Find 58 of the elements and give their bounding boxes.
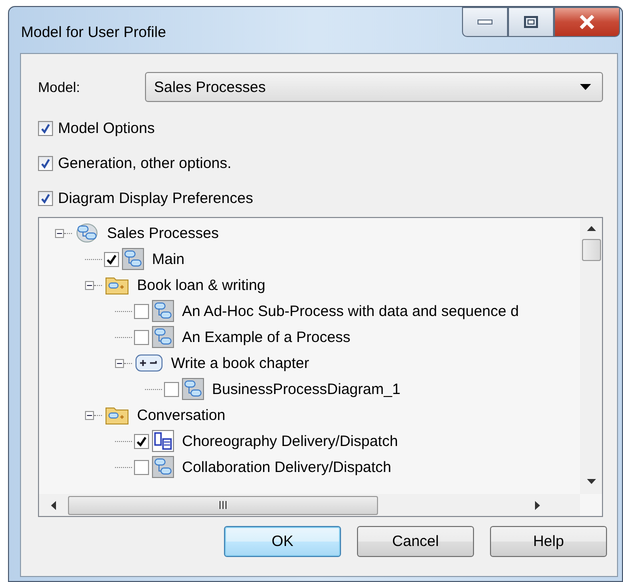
scroll-left-arrow-icon[interactable]: [51, 500, 56, 510]
collapse-toggle-icon[interactable]: [115, 358, 124, 368]
tree-item[interactable]: An Ad-Hoc Sub-Process with data and sequence d: [180, 302, 521, 320]
tree-item[interactable]: Book loan & writing: [135, 276, 268, 294]
checkbox[interactable]: [38, 121, 53, 136]
tree-item[interactable]: Sales Processes: [105, 224, 221, 242]
tree-item[interactable]: Collaboration Delivery/Dispatch: [180, 458, 394, 476]
checkbox[interactable]: [134, 460, 149, 474]
dropdown-caret-icon: [580, 84, 591, 90]
checkbox-label: Generation, other options.: [58, 155, 232, 172]
checkbox[interactable]: [134, 304, 149, 318]
tree-item[interactable]: Main: [150, 250, 187, 268]
scroll-up-arrow-icon[interactable]: [586, 226, 596, 231]
grip-icon: [219, 501, 227, 509]
tree-item[interactable]: An Example of a Process: [180, 328, 352, 346]
checkbox[interactable]: [38, 191, 53, 206]
scroll-right-arrow-icon[interactable]: [535, 500, 540, 510]
diagram-icon: [122, 248, 144, 270]
collapse-toggle-icon[interactable]: [85, 410, 94, 420]
checkbox[interactable]: [134, 330, 149, 344]
folder-icon: [105, 275, 129, 295]
horizontal-scrollbar[interactable]: [39, 494, 580, 516]
dialog-button[interactable]: OK: [224, 526, 341, 557]
tree-item[interactable]: Conversation: [135, 406, 228, 424]
tree-item[interactable]: Choreography Delivery/Dispatch: [180, 432, 400, 450]
diagram-icon: [152, 300, 174, 322]
checkbox[interactable]: [104, 252, 119, 266]
subprocess-icon: [135, 354, 163, 372]
minimize-button[interactable]: [462, 7, 508, 37]
checkbox[interactable]: [134, 434, 149, 448]
choreography-diagram-icon: [152, 430, 174, 452]
checkbox-label: Diagram Display Preferences: [58, 190, 254, 207]
diagram-icon: [152, 326, 174, 348]
close-button[interactable]: [554, 7, 620, 37]
vertical-scrollbar[interactable]: [580, 218, 602, 494]
model-icon: [75, 222, 99, 244]
tree-item[interactable]: Write a book chapter: [169, 354, 312, 372]
maximize-icon: [524, 16, 538, 28]
checkbox[interactable]: [38, 156, 53, 171]
model-label: Model:: [38, 79, 82, 95]
checkbox-label: Model Options: [58, 120, 155, 137]
checkbox[interactable]: [164, 382, 179, 396]
maximize-button[interactable]: [508, 7, 554, 37]
collapse-toggle-icon[interactable]: [85, 280, 94, 290]
dialog-button[interactable]: Cancel: [357, 526, 474, 557]
folder-icon: [105, 405, 129, 425]
minimize-icon: [477, 18, 493, 26]
model-dropdown[interactable]: Sales Processes: [145, 72, 603, 102]
scroll-thumb[interactable]: [68, 496, 378, 514]
diagram-icon: [152, 456, 174, 478]
close-icon: [579, 15, 595, 29]
diagram-icon: [182, 378, 204, 400]
scroll-thumb[interactable]: [582, 239, 600, 261]
window-title: Model for User Profile: [21, 24, 166, 41]
scroll-down-arrow-icon[interactable]: [586, 479, 596, 484]
tree-item[interactable]: BusinessProcessDiagram_1: [210, 380, 402, 398]
collapse-toggle-icon[interactable]: [55, 228, 64, 238]
dialog-button[interactable]: Help: [490, 526, 607, 557]
